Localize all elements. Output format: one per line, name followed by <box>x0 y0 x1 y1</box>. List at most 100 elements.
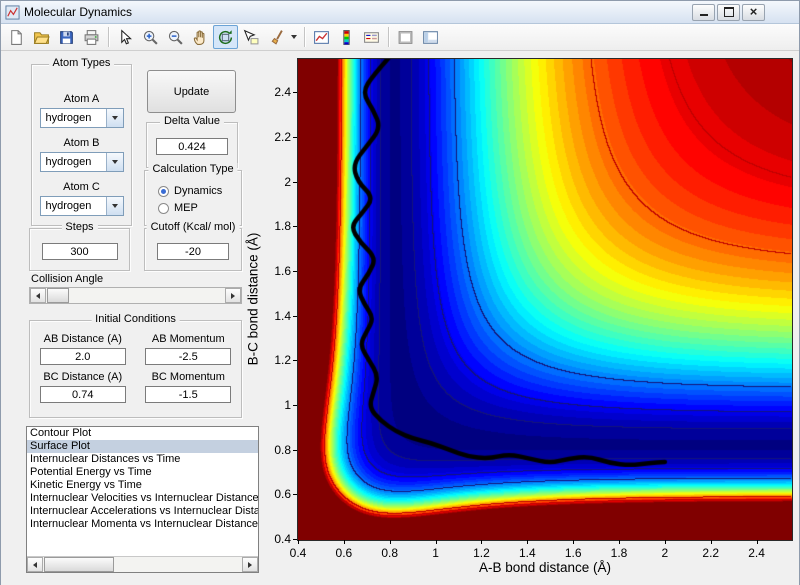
calculation-type-panel: Calculation Type Dynamics MEP <box>144 163 242 226</box>
list-item[interactable]: Potential Energy vs Time <box>27 466 258 479</box>
print-figure-button[interactable] <box>79 25 104 49</box>
open-file-icon <box>33 31 50 44</box>
atom-fields: Atom A hydrogen Atom B hydrogen Atom C hydrog… <box>32 65 131 216</box>
show-plot-tools-icon <box>423 30 438 44</box>
steps-input[interactable] <box>41 243 118 260</box>
radio-label: MEP <box>174 202 198 214</box>
radio-label: Dynamics <box>174 185 223 197</box>
caret-down-icon <box>111 116 118 120</box>
listbox-scroll-thumb[interactable] <box>44 557 114 572</box>
data-cursor-button[interactable] <box>238 25 263 49</box>
link-plot-icon <box>314 30 329 44</box>
ab-momentum-input[interactable] <box>145 348 232 365</box>
dropdown-arrow-button[interactable] <box>105 153 123 171</box>
radio-icon <box>158 202 169 214</box>
x-axis-label: A-B bond distance (Å) <box>478 560 612 575</box>
title-bar[interactable]: Molecular Dynamics <box>1 1 799 24</box>
listbox-hscrollbar[interactable] <box>27 556 258 572</box>
bc-distance-input[interactable] <box>39 386 126 403</box>
slider-right-arrow-button[interactable] <box>225 288 241 303</box>
list-item[interactable]: Contour Plot <box>27 427 258 440</box>
insert-colorbar-button[interactable] <box>334 25 359 49</box>
bc-momentum-input[interactable] <box>145 386 232 403</box>
list-item[interactable]: Surface Plot <box>27 440 258 453</box>
listbox-scroll-right-button[interactable] <box>242 557 258 572</box>
x-tick-label: 1.8 <box>610 546 628 560</box>
new-figure-button[interactable] <box>4 25 29 49</box>
insert-legend-button[interactable] <box>359 25 384 49</box>
atom-c-value: hydrogen <box>45 200 92 212</box>
initial-conditions-grid: AB Distance (A) AB Momentum BC Distance (A… <box>30 321 241 403</box>
delta-value-input[interactable] <box>156 138 228 155</box>
toolbar-separator <box>304 27 305 47</box>
save-figure-button[interactable] <box>54 25 79 49</box>
dropdown-arrow-button[interactable] <box>105 109 123 127</box>
brush-button[interactable] <box>263 25 288 49</box>
arrow-left-icon <box>33 561 37 568</box>
plot-type-listbox[interactable]: Contour Plot Surface Plot Internuclear Dis… <box>26 426 259 573</box>
hide-plot-tools-button[interactable] <box>393 25 418 49</box>
pes-contour-canvas[interactable] <box>298 59 792 540</box>
list-item[interactable]: Internuclear Momenta vs Internuclear Dis… <box>27 518 258 531</box>
link-plot-button[interactable] <box>309 25 334 49</box>
calculation-type-title: Calculation Type <box>148 163 238 175</box>
hide-plot-tools-icon <box>398 30 413 44</box>
update-button[interactable]: Update <box>147 70 236 113</box>
slider-left-arrow-button[interactable] <box>30 288 46 303</box>
edit-plot-button[interactable] <box>113 25 138 49</box>
rotate-3d-button[interactable] <box>213 25 238 49</box>
collision-angle-slider[interactable] <box>29 287 242 304</box>
axes-area[interactable] <box>297 58 793 541</box>
window-title: Molecular Dynamics <box>24 5 133 19</box>
arrow-right-icon <box>231 292 235 299</box>
x-tick-label: 1.2 <box>473 546 490 560</box>
atom-b-value: hydrogen <box>45 156 92 168</box>
ab-momentum-label: AB Momentum <box>151 333 225 345</box>
atom-c-combobox[interactable]: hydrogen <box>39 196 124 216</box>
atom-a-label: Atom A <box>63 93 100 105</box>
zoom-out-button[interactable] <box>163 25 188 49</box>
pan-button[interactable] <box>188 25 213 49</box>
cutoff-input[interactable] <box>157 243 229 260</box>
list-item[interactable]: Internuclear Velocities vs Internuclear … <box>27 492 258 505</box>
show-plot-tools-button[interactable] <box>418 25 443 49</box>
y-axis-label: B-C bond distance (Å) <box>245 232 261 366</box>
open-file-button[interactable] <box>29 25 54 49</box>
y-tick-mark <box>293 539 297 540</box>
radio-mep[interactable]: MEP <box>158 202 241 214</box>
ab-distance-input[interactable] <box>39 348 126 365</box>
figure-window: Molecular Dynamics Atom Types Atom A hydr… <box>0 0 800 585</box>
zoom-in-button[interactable] <box>138 25 163 49</box>
edit-plot-icon <box>121 28 132 44</box>
y-tick-label: 1 <box>284 398 291 413</box>
y-tick-label: 1.2 <box>274 353 291 368</box>
atom-b-combobox[interactable]: hydrogen <box>39 152 124 172</box>
brush-icon <box>271 29 283 45</box>
close-button[interactable] <box>742 3 765 21</box>
slider-track[interactable] <box>46 288 225 303</box>
slider-thumb[interactable] <box>47 288 69 303</box>
rotate-3d-icon <box>218 29 233 44</box>
y-tick-mark <box>293 449 297 451</box>
atom-b-label: Atom B <box>63 137 100 149</box>
y-tick-label: 0.4 <box>274 532 291 546</box>
listbox-scroll-left-button[interactable] <box>27 557 43 572</box>
maximize-button[interactable] <box>717 3 740 21</box>
dropdown-arrow-button[interactable] <box>105 197 123 215</box>
radio-dynamics[interactable]: Dynamics <box>158 185 241 197</box>
y-tick-label: 1.8 <box>274 219 291 234</box>
y-tick-mark <box>293 226 297 228</box>
list-item[interactable]: Internuclear Distances vs Time <box>27 453 258 466</box>
x-tick-mark <box>298 540 299 544</box>
list-item[interactable]: Kinetic Energy vs Time <box>27 479 258 492</box>
minimize-button[interactable] <box>692 3 715 21</box>
plot-type-list-items: Contour Plot Surface Plot Internuclear Dis… <box>27 427 258 556</box>
print-figure-icon <box>84 29 99 45</box>
caret-down-icon <box>111 160 118 164</box>
window-controls <box>692 3 765 21</box>
new-figure-icon <box>11 29 22 45</box>
listbox-scroll-track[interactable] <box>43 557 242 572</box>
brush-dropdown-arrow[interactable] <box>288 25 300 49</box>
atom-a-combobox[interactable]: hydrogen <box>39 108 124 128</box>
list-item[interactable]: Internuclear Accelerations vs Internucle… <box>27 505 258 518</box>
